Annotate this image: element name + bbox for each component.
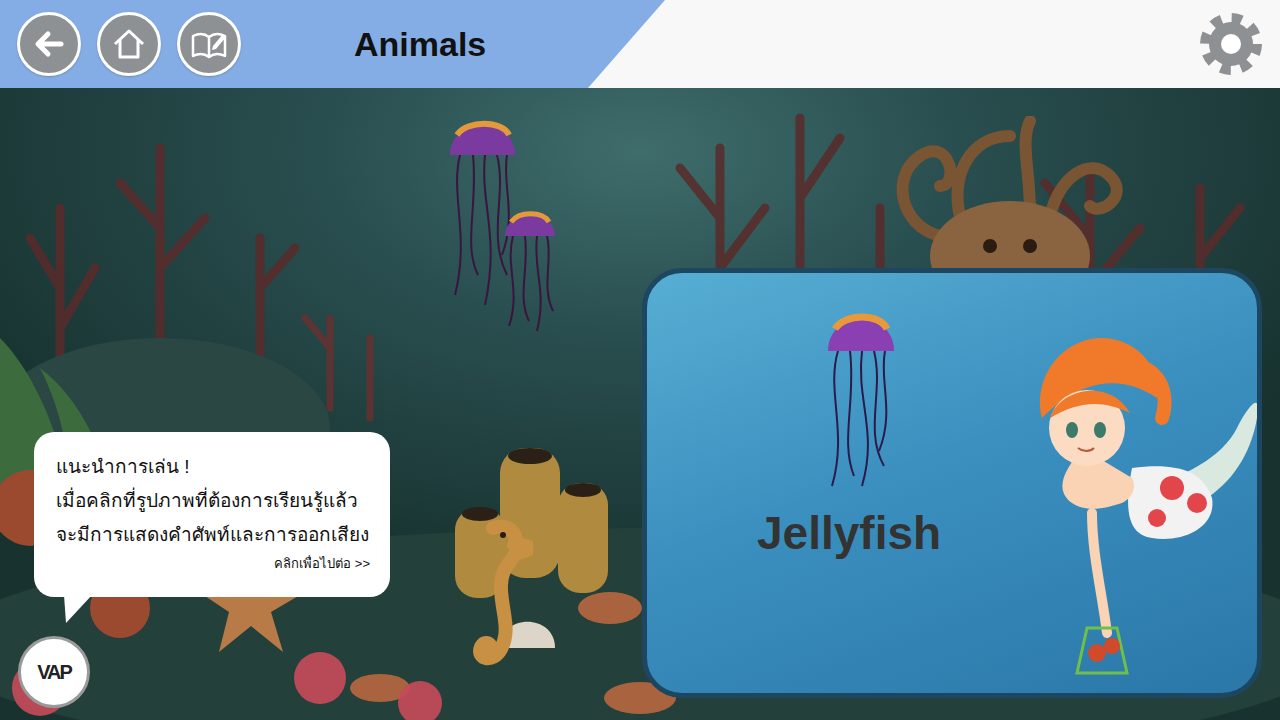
app-logo[interactable]: VAP: [18, 636, 90, 708]
hint-line: จะมีการแสดงคำศัพท์และการออกเสียง: [56, 518, 370, 552]
top-bar: Animals: [0, 0, 1280, 88]
logo-text: VAP: [37, 657, 71, 687]
mermaid-figure: [1022, 338, 1262, 683]
jellyfish-figure[interactable]: [495, 204, 565, 334]
home-button[interactable]: [97, 12, 161, 76]
seahorse-figure[interactable]: [448, 518, 533, 678]
continue-link[interactable]: คลิกเพื่อไปต่อ >>: [56, 554, 370, 574]
hint-line: เมื่อคลิกที่รูปภาพที่ต้องการเรียนรู้แล้ว: [56, 484, 370, 518]
word-card: Jellyfish: [642, 268, 1262, 698]
gear-icon: [1198, 11, 1264, 77]
jellyfish-icon: [810, 303, 910, 493]
back-button[interactable]: [17, 12, 81, 76]
page-title: Animals: [354, 24, 486, 65]
book-icon: [189, 26, 229, 62]
ocean-scene: Jellyfish แนะนำการเล่น ! เมื่อคลิกที่รูป…: [0, 88, 1280, 720]
hint-title: แนะนำการเล่น !: [56, 450, 370, 484]
hint-bubble: แนะนำการเล่น ! เมื่อคลิกที่รูปภาพที่ต้อง…: [34, 432, 390, 597]
settings-button[interactable]: [1198, 11, 1264, 77]
jellyfish-figure[interactable]: [435, 110, 530, 310]
back-arrow-icon: [31, 26, 67, 62]
book-button[interactable]: [177, 12, 241, 76]
home-icon: [110, 25, 148, 63]
vocabulary-word[interactable]: Jellyfish: [757, 508, 941, 559]
